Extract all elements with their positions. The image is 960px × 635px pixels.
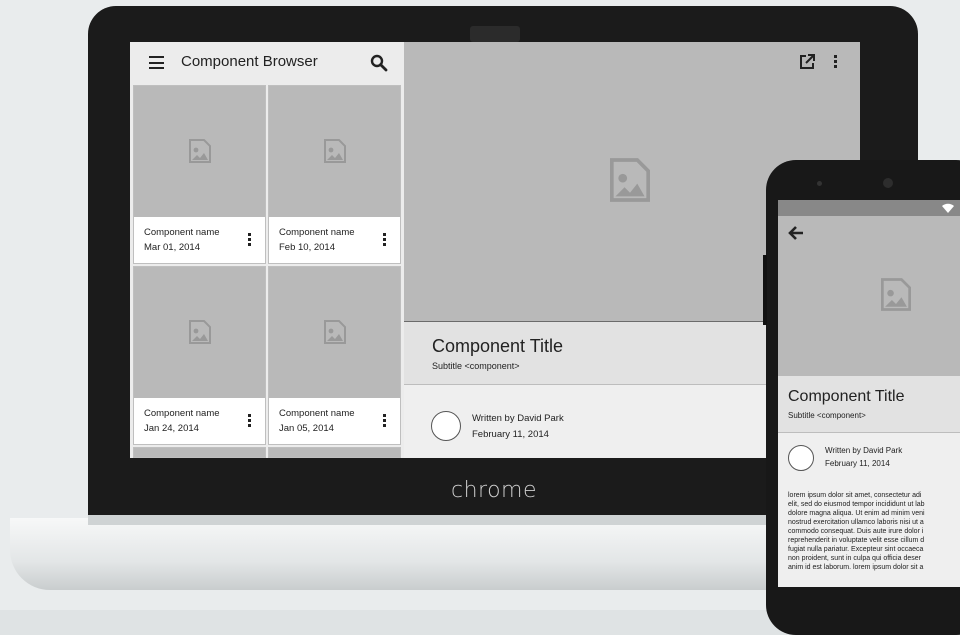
- card-name: Component name: [279, 408, 355, 419]
- card-thumbnail: [269, 86, 400, 217]
- image-placeholder-icon: [610, 158, 650, 202]
- more-vert-icon[interactable]: [248, 414, 251, 429]
- component-card-partial[interactable]: [133, 447, 266, 458]
- card-date: Mar 01, 2014: [144, 242, 200, 253]
- author-name: Written by David Park: [825, 446, 903, 455]
- hero-image: [778, 216, 960, 376]
- article-body: lorem ipsum dolor sit amet, consectetur …: [788, 492, 925, 571]
- card-date: Jan 24, 2014: [144, 423, 199, 434]
- card-date: Jan 05, 2014: [279, 423, 334, 434]
- status-bar: [778, 200, 960, 216]
- component-subtitle: Subtitle <component>: [788, 411, 866, 420]
- laptop-screen: Component Browser Component name Mar 01,…: [130, 42, 860, 458]
- card-name: Component name: [144, 408, 220, 419]
- menu-icon[interactable]: [149, 56, 164, 69]
- more-vert-icon[interactable]: [383, 414, 386, 429]
- phone-side-button: [763, 255, 767, 325]
- author-name: Written by David Park: [472, 413, 564, 424]
- arrow-back-icon[interactable]: [788, 225, 804, 241]
- title-bar: Component Title Subtitle <component>: [778, 376, 960, 433]
- phone-camera: [883, 178, 893, 188]
- image-placeholder-icon: [189, 139, 211, 163]
- wifi-icon: [942, 203, 954, 213]
- phone-speaker: [817, 181, 822, 186]
- component-list-pane: Component Browser Component name Mar 01,…: [130, 42, 404, 458]
- component-subtitle: Subtitle <component>: [432, 361, 520, 371]
- image-placeholder-icon: [189, 320, 211, 344]
- phone-screen: Component Title Subtitle <component> Wri…: [778, 200, 960, 587]
- post-date: February 11, 2014: [472, 429, 549, 440]
- component-card[interactable]: Component name Jan 05, 2014: [268, 266, 401, 445]
- card-name: Component name: [279, 227, 355, 238]
- card-thumbnail: [134, 86, 265, 217]
- more-vert-icon[interactable]: [248, 233, 251, 248]
- card-date: Feb 10, 2014: [279, 242, 335, 253]
- app-title: Component Browser: [181, 53, 318, 70]
- component-title: Component Title: [432, 336, 564, 356]
- component-card-partial[interactable]: [268, 447, 401, 458]
- component-title: Component Title: [788, 388, 905, 405]
- component-card[interactable]: Component name Feb 10, 2014: [268, 85, 401, 264]
- app-bar: Component Browser: [130, 42, 404, 84]
- more-vert-icon[interactable]: [834, 55, 837, 70]
- more-vert-icon[interactable]: [383, 233, 386, 248]
- component-card[interactable]: Component name Jan 24, 2014: [133, 266, 266, 445]
- image-placeholder-icon: [324, 320, 346, 344]
- image-placeholder-icon: [324, 139, 346, 163]
- post-date: February 11, 2014: [825, 459, 890, 468]
- card-name: Component name: [144, 227, 220, 238]
- avatar: [788, 445, 814, 471]
- search-icon[interactable]: [370, 54, 388, 72]
- avatar: [431, 411, 461, 441]
- card-thumbnail: [269, 267, 400, 398]
- component-card[interactable]: Component name Mar 01, 2014: [133, 85, 266, 264]
- card-thumbnail: [134, 267, 265, 398]
- open-in-new-icon[interactable]: [798, 53, 816, 71]
- laptop-camera: [470, 26, 520, 42]
- image-placeholder-icon: [881, 278, 911, 311]
